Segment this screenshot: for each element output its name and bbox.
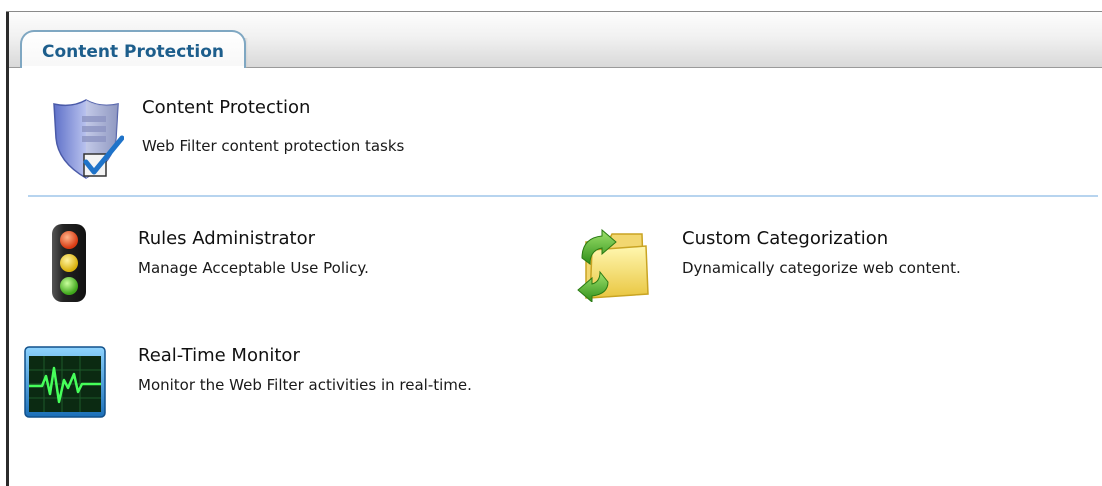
task-description: Manage Acceptable Use Policy.: [138, 259, 369, 277]
tab-join: [22, 66, 244, 69]
divider: [28, 195, 1098, 197]
content-protection-panel: Content Protection Content Protection We…: [0, 0, 1102, 486]
task-title[interactable]: Real-Time Monitor: [138, 345, 472, 366]
tab-content-protection[interactable]: Content Protection: [20, 30, 246, 68]
tab-label: Content Protection: [41, 42, 225, 62]
shield-check-icon: [48, 96, 125, 180]
task-description: Dynamically categorize web content.: [682, 259, 961, 277]
traffic-light-icon[interactable]: [48, 222, 92, 304]
folder-refresh-icon[interactable]: [572, 224, 652, 304]
activity-monitor-icon[interactable]: [24, 346, 106, 418]
task-custom-categorization[interactable]: Custom Categorization Dynamically catego…: [682, 228, 961, 277]
task-title[interactable]: Rules Administrator: [138, 228, 369, 249]
task-title[interactable]: Custom Categorization: [682, 228, 961, 249]
task-description: Monitor the Web Filter activities in rea…: [138, 376, 472, 394]
header-section: Content Protection Web Filter content pr…: [142, 97, 404, 155]
page-title: Content Protection: [142, 97, 311, 118]
page-description: Web Filter content protection tasks: [142, 137, 405, 155]
task-real-time-monitor[interactable]: Real-Time Monitor Monitor the Web Filter…: [138, 345, 472, 394]
left-border: [6, 12, 9, 486]
task-rules-administrator[interactable]: Rules Administrator Manage Acceptable Us…: [138, 228, 369, 277]
